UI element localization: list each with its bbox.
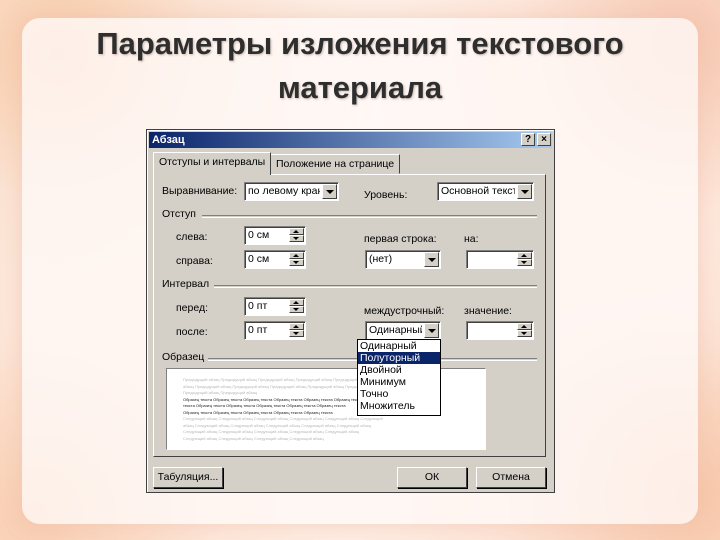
ok-button[interactable]: ОК xyxy=(397,467,467,488)
preview-line: Следующий абзац Следующий абзац Следующи… xyxy=(183,416,383,421)
down-arrow-icon[interactable] xyxy=(517,259,532,266)
tabs-button[interactable]: Табуляция... xyxy=(153,467,223,488)
by-label: на: xyxy=(464,233,479,245)
cancel-button[interactable]: Отмена xyxy=(476,467,546,488)
indent-group-label: Отступ xyxy=(162,208,196,220)
line-spacing-option[interactable]: Точно xyxy=(358,388,440,400)
left-indent-label: слева: xyxy=(176,231,208,243)
chevron-down-icon[interactable] xyxy=(322,184,337,199)
left-indent-spinner[interactable]: 0 см xyxy=(244,226,306,245)
space-after-spinner[interactable]: 0 пт xyxy=(244,321,306,340)
line-spacing-option[interactable]: Полуторный xyxy=(358,352,440,364)
up-arrow-icon[interactable] xyxy=(517,252,532,259)
tab-panel: Выравнивание: по левому краю Уровень: Ос… xyxy=(153,174,546,457)
spacing-divider xyxy=(214,285,537,288)
chevron-down-icon[interactable] xyxy=(424,252,439,267)
indent-divider xyxy=(202,215,537,218)
paragraph-dialog: Абзац ? × Отступы и интервалы Положение … xyxy=(146,129,555,493)
at-spinner[interactable] xyxy=(466,321,534,340)
preview-line: Следующий абзац Следующий абзац Следующи… xyxy=(183,429,360,434)
down-arrow-icon[interactable] xyxy=(289,306,304,313)
right-indent-spinner[interactable]: 0 см xyxy=(244,250,306,269)
at-label: значение: xyxy=(464,305,512,317)
down-arrow-icon[interactable] xyxy=(517,330,532,337)
dialog-titlebar[interactable]: Абзац ? × xyxy=(149,132,552,148)
spacing-group-label: Интервал xyxy=(162,278,210,290)
line-spacing-label: междустрочный: xyxy=(364,305,445,317)
after-label: после: xyxy=(176,326,208,338)
up-arrow-icon[interactable] xyxy=(289,228,304,235)
preview-line: Следующий абзац Следующий абзац Следующи… xyxy=(183,435,324,441)
line-spacing-select[interactable]: Одинарный xyxy=(365,321,441,340)
preview-group-label: Образец xyxy=(162,351,205,363)
alignment-select[interactable]: по левому краю xyxy=(244,182,339,201)
level-select[interactable]: Основной текст xyxy=(437,182,534,201)
close-button[interactable]: × xyxy=(537,133,551,146)
down-arrow-icon[interactable] xyxy=(289,235,304,242)
level-label: Уровень: xyxy=(364,189,408,201)
up-arrow-icon[interactable] xyxy=(517,323,532,330)
chevron-down-icon[interactable] xyxy=(517,184,532,199)
line-spacing-dropdown-list: Одинарный Полуторный Двойной Минимум Точно Мн… xyxy=(357,339,441,416)
slide-title: Параметры изложения текстового материала xyxy=(96,26,624,105)
up-arrow-icon[interactable] xyxy=(289,323,304,330)
line-spacing-option[interactable]: Множитель xyxy=(358,400,440,412)
first-line-select[interactable]: (нет) xyxy=(365,250,441,269)
line-spacing-option[interactable]: Минимум xyxy=(358,376,440,388)
first-line-label: первая строка: xyxy=(364,233,437,245)
chevron-down-icon[interactable] xyxy=(424,323,439,338)
line-spacing-option[interactable]: Одинарный xyxy=(358,340,440,352)
tab-line-page-breaks[interactable]: Положение на странице xyxy=(270,154,401,174)
right-indent-label: справа: xyxy=(176,255,213,267)
preview-line: абзац Следующий абзац Следующий абзац Сл… xyxy=(183,422,372,428)
line-spacing-option[interactable]: Двойной xyxy=(358,364,440,376)
down-arrow-icon[interactable] xyxy=(289,330,304,337)
before-label: перед: xyxy=(176,302,209,314)
up-arrow-icon[interactable] xyxy=(289,299,304,306)
alignment-label: Выравнивание: xyxy=(162,185,238,197)
down-arrow-icon[interactable] xyxy=(289,259,304,266)
tab-indents-spacing[interactable]: Отступы и интервалы xyxy=(153,152,272,175)
by-spinner[interactable] xyxy=(466,250,534,269)
help-button[interactable]: ? xyxy=(521,133,535,146)
dialog-title: Абзац xyxy=(152,134,185,146)
space-before-spinner[interactable]: 0 пт xyxy=(244,297,306,316)
up-arrow-icon[interactable] xyxy=(289,252,304,259)
